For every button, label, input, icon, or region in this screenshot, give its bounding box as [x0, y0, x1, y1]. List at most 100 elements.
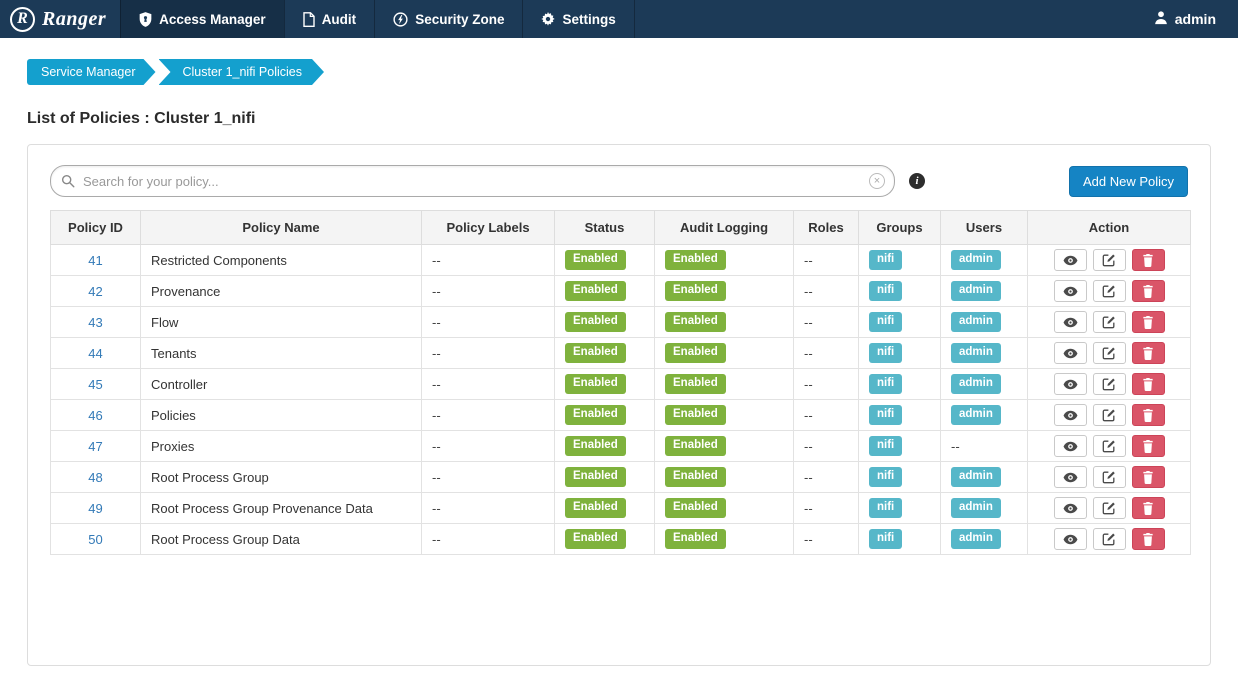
policy-name: Proxies	[151, 439, 194, 454]
trash-icon	[1142, 533, 1154, 546]
nav-item-access-manager[interactable]: Access Manager	[120, 0, 284, 38]
nav-item-audit[interactable]: Audit	[284, 0, 375, 38]
policy-id-link[interactable]: 44	[88, 346, 102, 361]
policy-search-input[interactable]	[50, 165, 895, 197]
nav-item-settings[interactable]: Settings	[522, 0, 634, 38]
policy-id-link[interactable]: 41	[88, 253, 102, 268]
edit-policy-button[interactable]	[1093, 435, 1126, 457]
table-header-row: Policy ID Policy Name Policy Labels Stat…	[51, 211, 1191, 245]
edit-policy-button[interactable]	[1093, 404, 1126, 426]
roles-value: --	[804, 439, 813, 454]
policy-name: Restricted Components	[151, 253, 287, 268]
column-header-policy-name: Policy Name	[141, 211, 422, 245]
navbar-spacer	[635, 0, 1140, 38]
delete-policy-button[interactable]	[1132, 466, 1165, 488]
column-header-users: Users	[941, 211, 1028, 245]
user-name: admin	[1175, 11, 1216, 27]
edit-icon	[1102, 253, 1116, 267]
users-badge: admin	[951, 312, 1001, 332]
policy-id-link[interactable]: 46	[88, 408, 102, 423]
breadcrumb-policies[interactable]: Cluster 1_nifi Policies	[159, 59, 325, 85]
policy-name: Flow	[151, 315, 178, 330]
trash-icon	[1142, 285, 1154, 298]
trash-icon	[1142, 409, 1154, 422]
ranger-logo-icon: R	[10, 7, 35, 32]
delete-policy-button[interactable]	[1132, 280, 1165, 302]
view-policy-button[interactable]	[1054, 528, 1087, 550]
edit-policy-button[interactable]	[1093, 528, 1126, 550]
view-policy-button[interactable]	[1054, 404, 1087, 426]
policy-labels-value: --	[432, 439, 441, 454]
view-policy-button[interactable]	[1054, 373, 1087, 395]
view-policy-button[interactable]	[1054, 280, 1087, 302]
delete-policy-button[interactable]	[1132, 249, 1165, 271]
view-policy-button[interactable]	[1054, 435, 1087, 457]
policy-id-link[interactable]: 47	[88, 439, 102, 454]
users-value: --	[951, 439, 960, 454]
policy-id-link[interactable]: 49	[88, 501, 102, 516]
edit-policy-button[interactable]	[1093, 497, 1126, 519]
policy-id-link[interactable]: 43	[88, 315, 102, 330]
edit-policy-button[interactable]	[1093, 466, 1126, 488]
status-badge: Enabled	[565, 436, 626, 456]
edit-policy-button[interactable]	[1093, 311, 1126, 333]
delete-policy-button[interactable]	[1132, 497, 1165, 519]
roles-value: --	[804, 346, 813, 361]
users-badge: admin	[951, 374, 1001, 394]
edit-policy-button[interactable]	[1093, 342, 1126, 364]
status-badge: Enabled	[565, 312, 626, 332]
delete-policy-button[interactable]	[1132, 373, 1165, 395]
table-row: 48Root Process Group--EnabledEnabled--ni…	[51, 462, 1191, 493]
policy-id-link[interactable]: 50	[88, 532, 102, 547]
status-badge: Enabled	[565, 250, 626, 270]
eye-icon	[1063, 379, 1078, 390]
status-badge: Enabled	[565, 405, 626, 425]
delete-policy-button[interactable]	[1132, 342, 1165, 364]
breadcrumb-service-manager[interactable]: Service Manager	[27, 59, 156, 85]
nav-label: Security Zone	[415, 12, 504, 27]
groups-badge: nifi	[869, 467, 902, 487]
policy-name: Provenance	[151, 284, 220, 299]
audit-logging-badge: Enabled	[665, 374, 726, 394]
view-policy-button[interactable]	[1054, 342, 1087, 364]
user-menu[interactable]: admin	[1140, 0, 1238, 38]
trash-icon	[1142, 378, 1154, 391]
delete-policy-button[interactable]	[1132, 435, 1165, 457]
edit-policy-button[interactable]	[1093, 373, 1126, 395]
edit-icon	[1102, 501, 1116, 515]
view-policy-button[interactable]	[1054, 249, 1087, 271]
nav-item-security-zone[interactable]: Security Zone	[374, 0, 522, 38]
clear-search-icon[interactable]: ×	[869, 173, 885, 189]
trash-icon	[1142, 440, 1154, 453]
audit-logging-badge: Enabled	[665, 529, 726, 549]
edit-policy-button[interactable]	[1093, 249, 1126, 271]
brand-name: Ranger	[42, 8, 106, 31]
roles-value: --	[804, 470, 813, 485]
eye-icon	[1063, 472, 1078, 483]
add-new-policy-button[interactable]: Add New Policy	[1069, 166, 1188, 197]
edit-icon	[1102, 408, 1116, 422]
info-icon[interactable]: i	[909, 173, 925, 189]
nav-label: Audit	[322, 12, 357, 27]
delete-policy-button[interactable]	[1132, 311, 1165, 333]
policy-id-link[interactable]: 42	[88, 284, 102, 299]
policy-name: Root Process Group Data	[151, 532, 300, 547]
policy-labels-value: --	[432, 284, 441, 299]
eye-icon	[1063, 503, 1078, 514]
audit-logging-badge: Enabled	[665, 312, 726, 332]
delete-policy-button[interactable]	[1132, 528, 1165, 550]
table-row: 45Controller--EnabledEnabled--nifiadmin	[51, 369, 1191, 400]
edit-policy-button[interactable]	[1093, 280, 1126, 302]
view-policy-button[interactable]	[1054, 497, 1087, 519]
brand[interactable]: R Ranger	[0, 0, 120, 38]
view-policy-button[interactable]	[1054, 466, 1087, 488]
roles-value: --	[804, 284, 813, 299]
groups-badge: nifi	[869, 281, 902, 301]
policy-id-link[interactable]: 45	[88, 377, 102, 392]
trash-icon	[1142, 254, 1154, 267]
groups-badge: nifi	[869, 343, 902, 363]
policy-id-link[interactable]: 48	[88, 470, 102, 485]
delete-policy-button[interactable]	[1132, 404, 1165, 426]
view-policy-button[interactable]	[1054, 311, 1087, 333]
column-header-roles: Roles	[794, 211, 859, 245]
